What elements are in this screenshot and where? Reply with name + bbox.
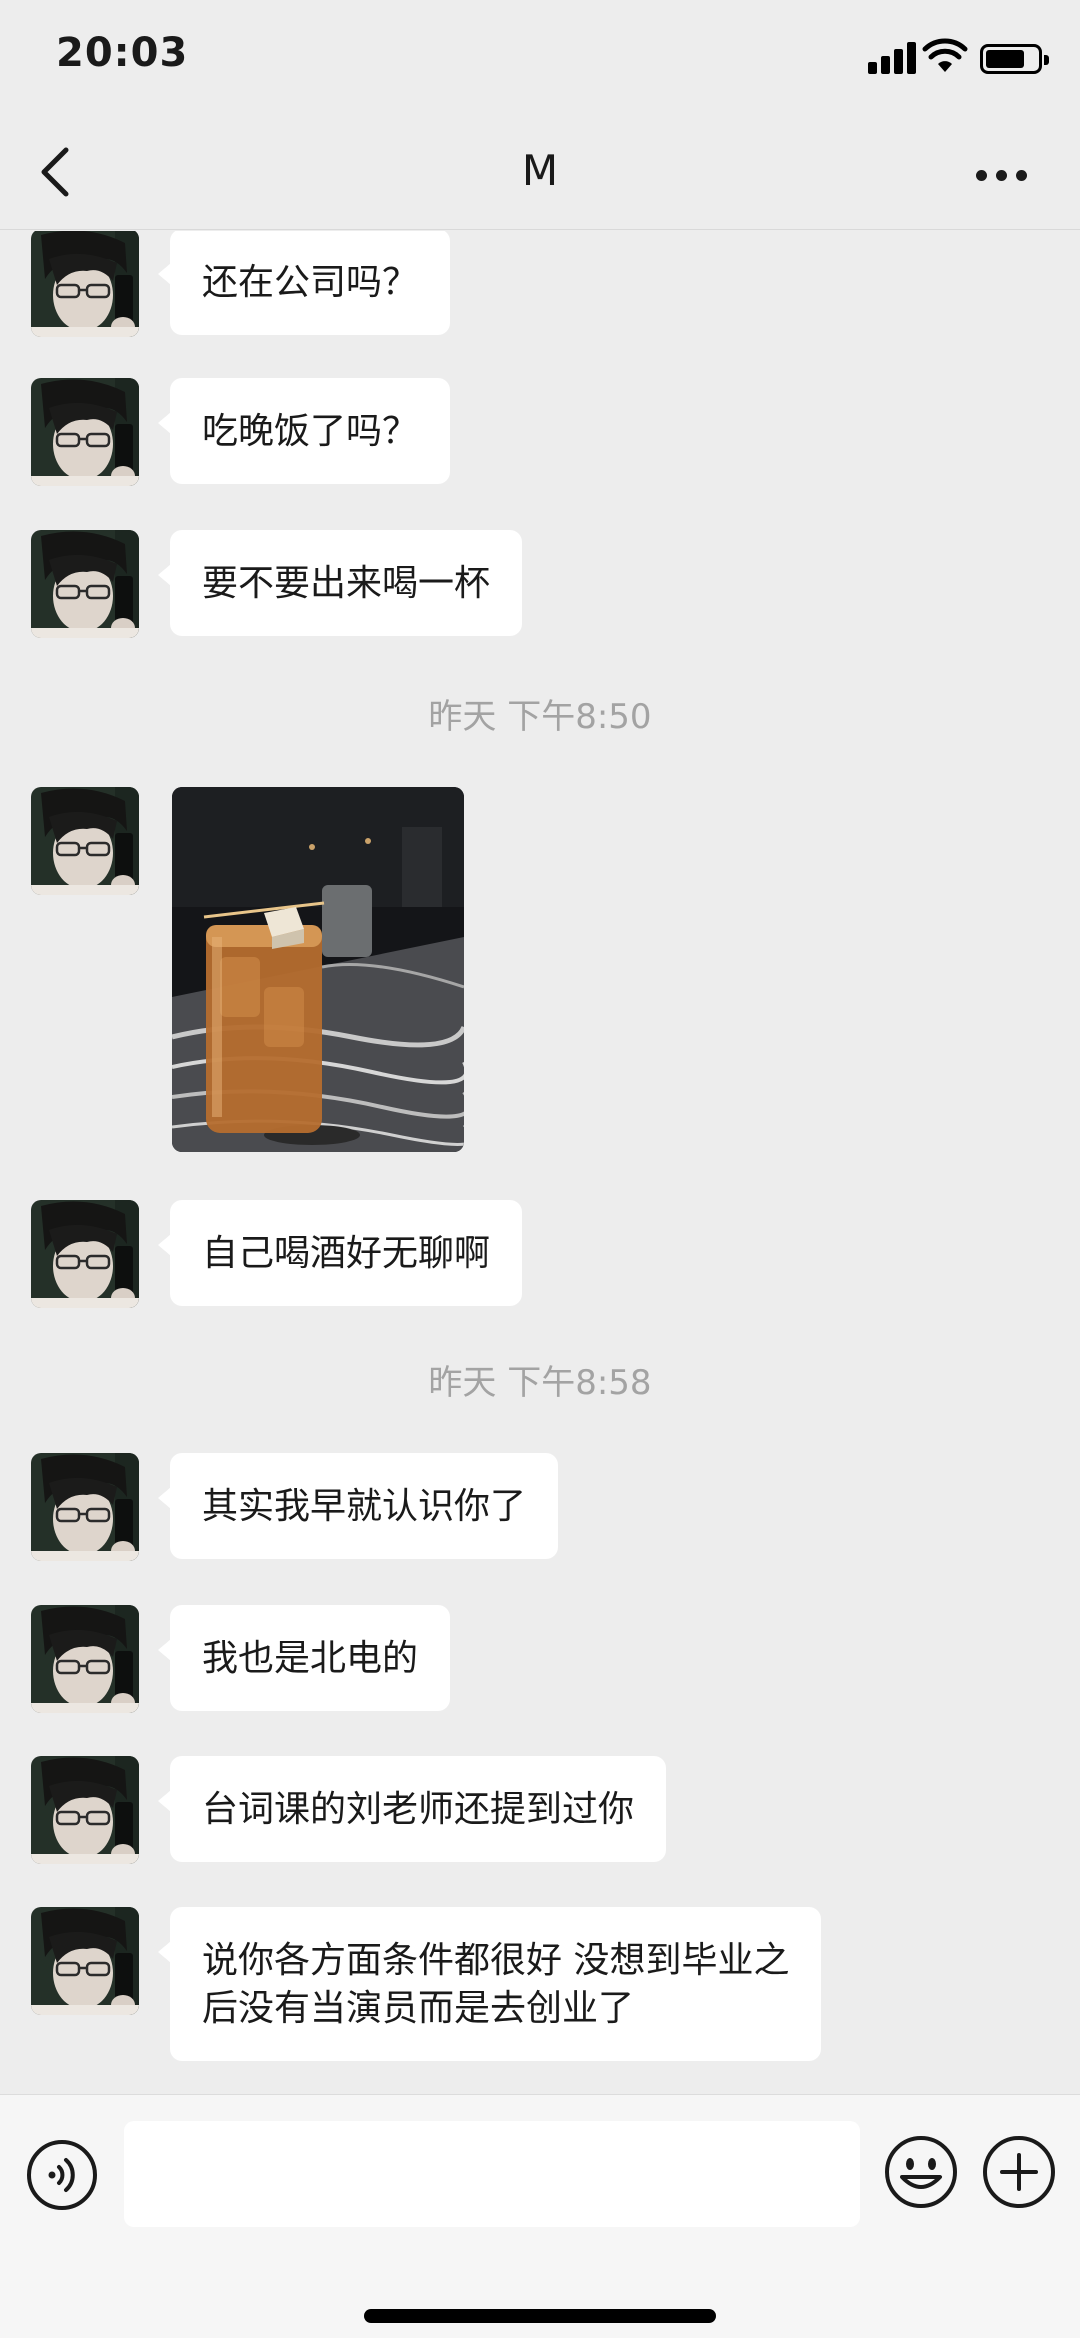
nav-bar: M — [0, 118, 1080, 230]
cocktail-photo[interactable] — [172, 787, 464, 1152]
message-bubble[interactable]: 要不要出来喝一杯 — [157, 530, 523, 636]
plus-icon[interactable] — [982, 2135, 1056, 2209]
avatar[interactable] — [31, 530, 139, 638]
avatar[interactable] — [31, 1605, 139, 1713]
message-bubble[interactable]: 台词课的刘老师还提到过你 — [157, 1756, 667, 1862]
message-input[interactable] — [124, 2121, 860, 2227]
message-bubble[interactable]: 还在公司吗？ — [157, 231, 451, 335]
status-time: 20:03 — [56, 30, 189, 76]
signal-icon — [868, 42, 918, 74]
battery-icon — [980, 44, 1049, 74]
message-bubble[interactable]: 说你各方面条件都很好 没想到毕业之 后没有当演员而是去创业了 — [157, 1907, 822, 2061]
chat-screen: 20:03 M 还在公司吗？ 吃晚饭了吗？ 要不要出来喝一杯 昨天 下午8:50… — [0, 0, 1080, 2338]
message-bubble[interactable]: 其实我早就认识你了 — [157, 1453, 559, 1559]
message-list[interactable]: 还在公司吗？ 吃晚饭了吗？ 要不要出来喝一杯 昨天 下午8:50 自己喝酒好无聊… — [0, 231, 1080, 2094]
avatar[interactable] — [31, 1907, 139, 2015]
page-title: M — [521, 146, 559, 195]
avatar[interactable] — [31, 231, 139, 337]
avatar[interactable] — [31, 1200, 139, 1308]
avatar[interactable] — [31, 787, 139, 895]
message-bubble[interactable]: 自己喝酒好无聊啊 — [157, 1200, 523, 1306]
emoji-icon[interactable] — [884, 2135, 958, 2209]
input-bar — [0, 2094, 1080, 2338]
avatar[interactable] — [31, 378, 139, 486]
message-timestamp: 昨天 下午8:50 — [428, 697, 652, 737]
message-bubble[interactable]: 吃晚饭了吗？ — [157, 378, 451, 484]
voice-icon[interactable] — [26, 2139, 98, 2211]
avatar[interactable] — [31, 1453, 139, 1561]
message-timestamp: 昨天 下午8:58 — [428, 1363, 652, 1403]
avatar[interactable] — [31, 1756, 139, 1864]
message-bubble[interactable]: 我也是北电的 — [157, 1605, 451, 1711]
home-indicator[interactable] — [364, 2309, 716, 2323]
more-icon[interactable] — [976, 170, 1028, 184]
status-bar: 20:03 — [0, 0, 1080, 118]
wifi-icon — [922, 38, 968, 72]
